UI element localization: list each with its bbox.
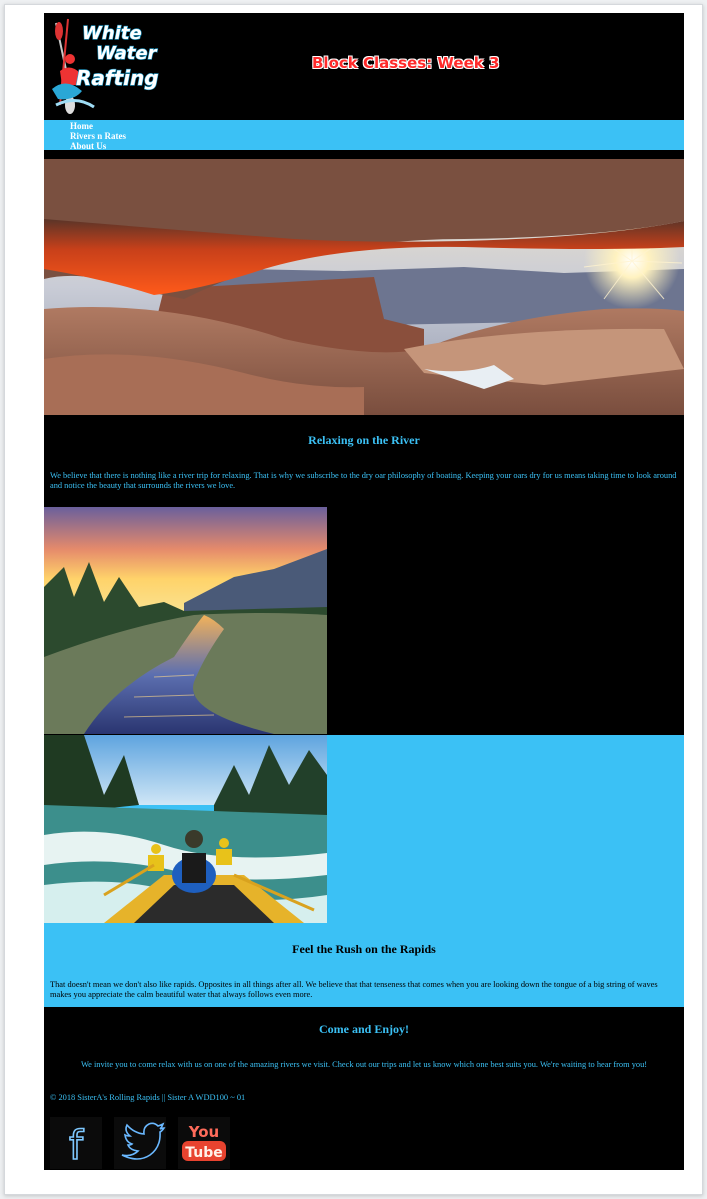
section-text-relaxing: We believe that there is nothing like a … [50, 471, 677, 490]
section-text-rapids: That doesn't mean we don't also like rap… [50, 980, 658, 999]
site-logo[interactable]: White Water Rafting [46, 15, 180, 117]
site-header: White Water Rafting Block Classes: Week … [44, 13, 684, 120]
youtube-word-you: You [188, 1123, 219, 1141]
facebook-glyph: f [69, 1123, 84, 1169]
calm-river-sunset-image [44, 507, 327, 734]
section-title-relaxing: Relaxing on the River [308, 433, 420, 447]
youtube-icon[interactable]: You Tube [178, 1117, 230, 1169]
twitter-icon[interactable] [114, 1117, 166, 1169]
logo-word-water: Water [96, 43, 158, 64]
nav-link-about-us[interactable]: About Us [70, 141, 126, 151]
nav-list: Home Rivers n Rates About Us [70, 121, 126, 151]
hero-image-arch-sunrise [44, 159, 684, 415]
logo-word-rafting: Rafting [76, 66, 159, 90]
rafting-rapids-image [44, 735, 327, 923]
main-nav: Home Rivers n Rates About Us [44, 120, 684, 151]
rafting-logo-icon: White Water Rafting [52, 18, 159, 114]
section-title-rapids: Feel the Rush on the Rapids [292, 942, 436, 956]
rapids-section: Feel the Rush on the Rapids That doesn't… [44, 735, 684, 1007]
footer-copyright: © 2018 SisterA's Rolling Rapids || Siste… [50, 1093, 246, 1102]
section-text-enjoy: We invite you to come relax with us on o… [80, 1060, 648, 1069]
youtube-word-tube: Tube [185, 1145, 223, 1161]
nav-link-rivers-n-rates[interactable]: Rivers n Rates [70, 131, 126, 141]
section-title-enjoy: Come and Enjoy! [318, 1022, 409, 1036]
page-container: White Water Rafting Block Classes: Week … [44, 13, 684, 1170]
nav-link-home[interactable]: Home [70, 121, 126, 131]
header-title: Block Classes: Week 3 [312, 54, 500, 72]
facebook-icon[interactable]: f [50, 1117, 102, 1169]
logo-word-white: White [82, 23, 142, 44]
